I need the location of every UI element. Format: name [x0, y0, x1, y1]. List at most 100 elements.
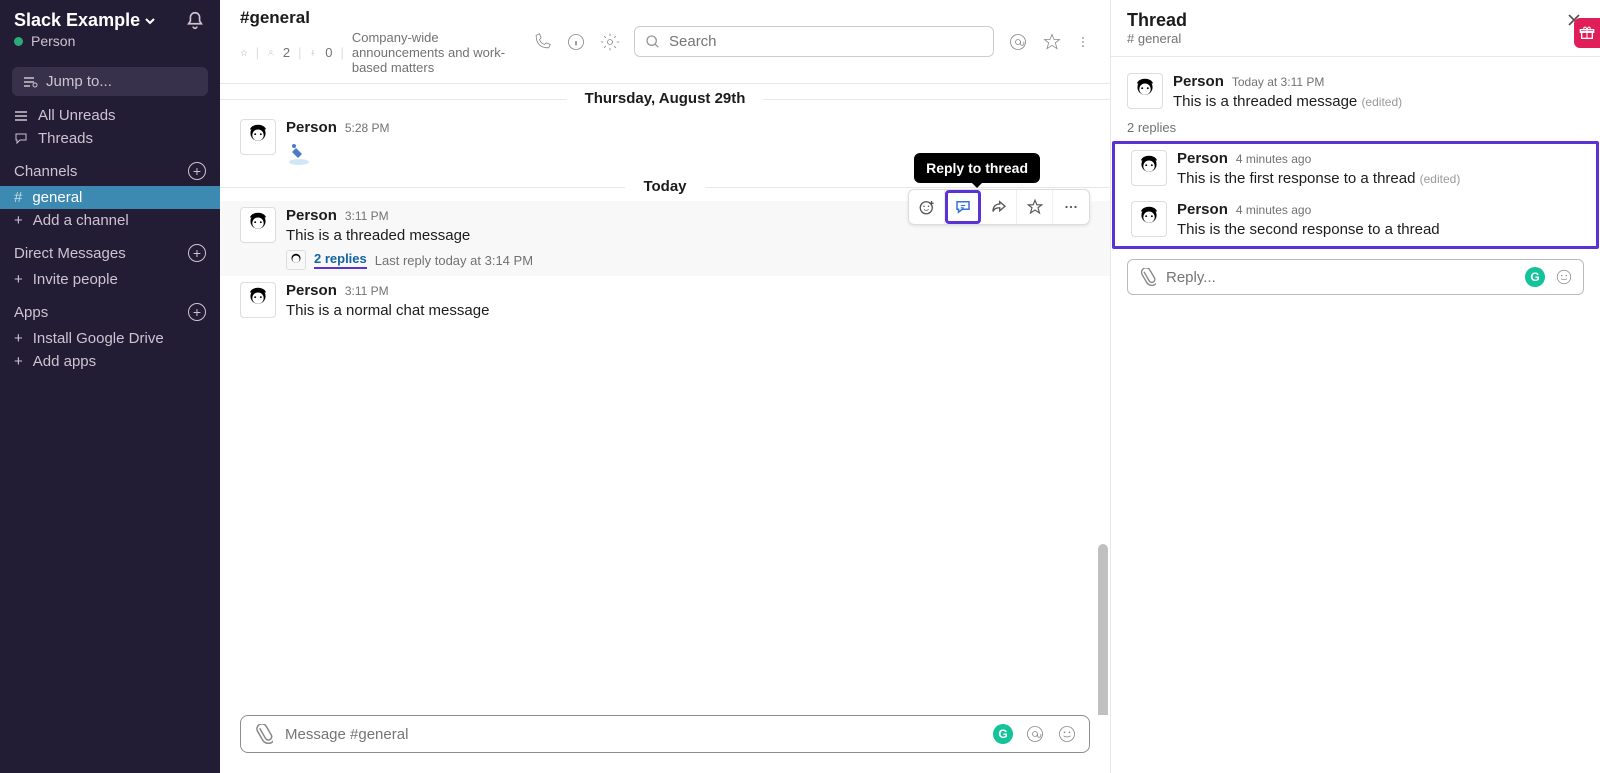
edited-mark: (edited) — [1361, 95, 1402, 109]
message-actions-toolbar — [908, 189, 1090, 225]
message-text: This is a threaded message — [286, 225, 1090, 246]
timestamp: 4 minutes ago — [1236, 203, 1311, 217]
add-channel-icon[interactable]: + — [188, 162, 206, 180]
chevron-down-icon — [144, 15, 156, 27]
invite-people-item[interactable]: + Invite people — [0, 268, 220, 291]
channel-general[interactable]: # general — [0, 186, 220, 209]
attachment-image[interactable] — [286, 140, 312, 166]
member-count[interactable]: 2 — [283, 45, 290, 60]
channel-topic[interactable]: Company-wide announcements and work-base… — [352, 30, 532, 75]
thread-reply-compose[interactable]: G — [1127, 259, 1584, 295]
sender-name[interactable]: Person — [286, 282, 337, 299]
timestamp: Today at 3:11 PM — [1232, 75, 1325, 89]
threads-item[interactable]: Threads — [0, 127, 220, 150]
workspace-name: Slack Example — [14, 10, 140, 31]
add-app-icon[interactable]: + — [188, 303, 206, 321]
thread-summary[interactable]: 2 replies Last reply today at 3:14 PM — [286, 250, 1090, 270]
current-user: Person — [31, 33, 75, 49]
thread-replies-highlighted: Person 4 minutes ago This is the first r… — [1112, 141, 1599, 249]
dm-header[interactable]: Direct Messages + — [14, 240, 206, 266]
star-message-button[interactable] — [1017, 190, 1053, 224]
workspace-switcher[interactable]: Slack Example — [14, 10, 156, 31]
install-gdrive-item[interactable]: + Install Google Drive — [0, 327, 220, 350]
reply-in-thread-button[interactable] — [945, 190, 981, 224]
person-icon — [267, 46, 275, 60]
timestamp: 4 minutes ago — [1236, 152, 1311, 166]
jump-to-search[interactable]: Jump to... — [12, 67, 208, 96]
compose-input[interactable] — [285, 726, 981, 743]
channels-header[interactable]: Channels + — [14, 158, 206, 184]
plus-icon: + — [14, 271, 23, 288]
attach-icon[interactable] — [1138, 268, 1156, 286]
add-apps-item[interactable]: + Add apps — [0, 350, 220, 373]
thread-messages: Person Today at 3:11 PM This is a thread… — [1111, 57, 1600, 773]
thread-header: Thread # general — [1111, 0, 1600, 57]
emoji-icon[interactable] — [1057, 724, 1077, 744]
channel-title[interactable]: #general — [240, 8, 532, 28]
plus-icon: + — [14, 330, 23, 347]
message-compose[interactable]: G — [240, 715, 1090, 753]
message-item[interactable]: Person 3:11 PM This is a normal chat mes… — [220, 276, 1110, 327]
message-item-hovered[interactable]: Reply to thread Person 3:11 PM This is a… — [220, 201, 1110, 276]
gift-button[interactable] — [1574, 18, 1600, 48]
grammarly-icon[interactable]: G — [993, 724, 1013, 744]
message-text: This is a normal chat message — [286, 300, 1090, 321]
search-icon — [645, 34, 661, 50]
message-list: Thursday, August 29th Person 5:28 PM Tod… — [220, 84, 1110, 715]
avatar[interactable] — [240, 119, 276, 155]
thread-icon — [14, 132, 28, 146]
last-reply-time: Last reply today at 3:14 PM — [375, 253, 533, 268]
scrollbar-thumb[interactable] — [1098, 544, 1108, 715]
all-unreads-label: All Unreads — [38, 107, 116, 124]
message-text: This is the first response to a thread (… — [1177, 168, 1580, 189]
sender-name[interactable]: Person — [1173, 73, 1224, 90]
sender-name[interactable]: Person — [1177, 150, 1228, 167]
reply-count: 2 replies — [1111, 118, 1600, 141]
pin-icon — [309, 46, 317, 60]
thread-parent-message[interactable]: Person Today at 3:11 PM This is a thread… — [1111, 67, 1600, 118]
emoji-icon[interactable] — [1555, 268, 1573, 286]
sender-name[interactable]: Person — [286, 207, 337, 224]
thread-reply[interactable]: Person 4 minutes ago This is the first r… — [1115, 144, 1596, 195]
add-channel-item[interactable]: + Add a channel — [0, 209, 220, 232]
sidebar: Slack Example Person Jump to... All Unre… — [0, 0, 220, 773]
sender-name[interactable]: Person — [1177, 201, 1228, 218]
avatar[interactable] — [240, 282, 276, 318]
add-reaction-button[interactable] — [909, 190, 945, 224]
more-actions-button[interactable] — [1053, 190, 1089, 224]
at-icon[interactable] — [1008, 32, 1028, 52]
avatar[interactable] — [1131, 150, 1167, 186]
timestamp: 5:28 PM — [345, 121, 390, 135]
gdrive-label: Install Google Drive — [33, 330, 164, 347]
more-vert-icon[interactable] — [1076, 32, 1090, 52]
avatar[interactable] — [1131, 201, 1167, 237]
thread-channel[interactable]: # general — [1127, 31, 1187, 46]
search-input[interactable] — [634, 26, 994, 57]
plus-icon: + — [14, 353, 23, 370]
channels-label: Channels — [14, 163, 77, 180]
plus-icon: + — [14, 212, 23, 229]
apps-header[interactable]: Apps + — [14, 299, 206, 325]
avatar[interactable] — [240, 207, 276, 243]
bell-icon[interactable] — [184, 10, 206, 32]
share-button[interactable] — [981, 190, 1017, 224]
sender-name[interactable]: Person — [286, 119, 337, 136]
avatar[interactable] — [1127, 73, 1163, 109]
at-mention-icon[interactable] — [1025, 724, 1045, 744]
thread-panel: Thread # general Person Today at 3:11 PM… — [1110, 0, 1600, 773]
search-field[interactable] — [669, 33, 983, 50]
thread-reply[interactable]: Person 4 minutes ago This is the second … — [1115, 195, 1596, 246]
pin-count[interactable]: 0 — [325, 45, 332, 60]
phone-icon[interactable] — [532, 32, 552, 52]
attach-icon[interactable] — [253, 724, 273, 744]
all-unreads-item[interactable]: All Unreads — [0, 104, 220, 127]
add-apps-label: Add apps — [33, 353, 96, 370]
grammarly-icon[interactable]: G — [1525, 267, 1545, 287]
info-icon[interactable] — [566, 32, 586, 52]
replies-link[interactable]: 2 replies — [314, 251, 367, 269]
add-dm-icon[interactable]: + — [188, 244, 206, 262]
gear-icon[interactable] — [600, 32, 620, 52]
star-icon[interactable] — [240, 46, 248, 60]
star-outline-icon[interactable] — [1042, 32, 1062, 52]
thread-reply-input[interactable] — [1166, 269, 1515, 286]
